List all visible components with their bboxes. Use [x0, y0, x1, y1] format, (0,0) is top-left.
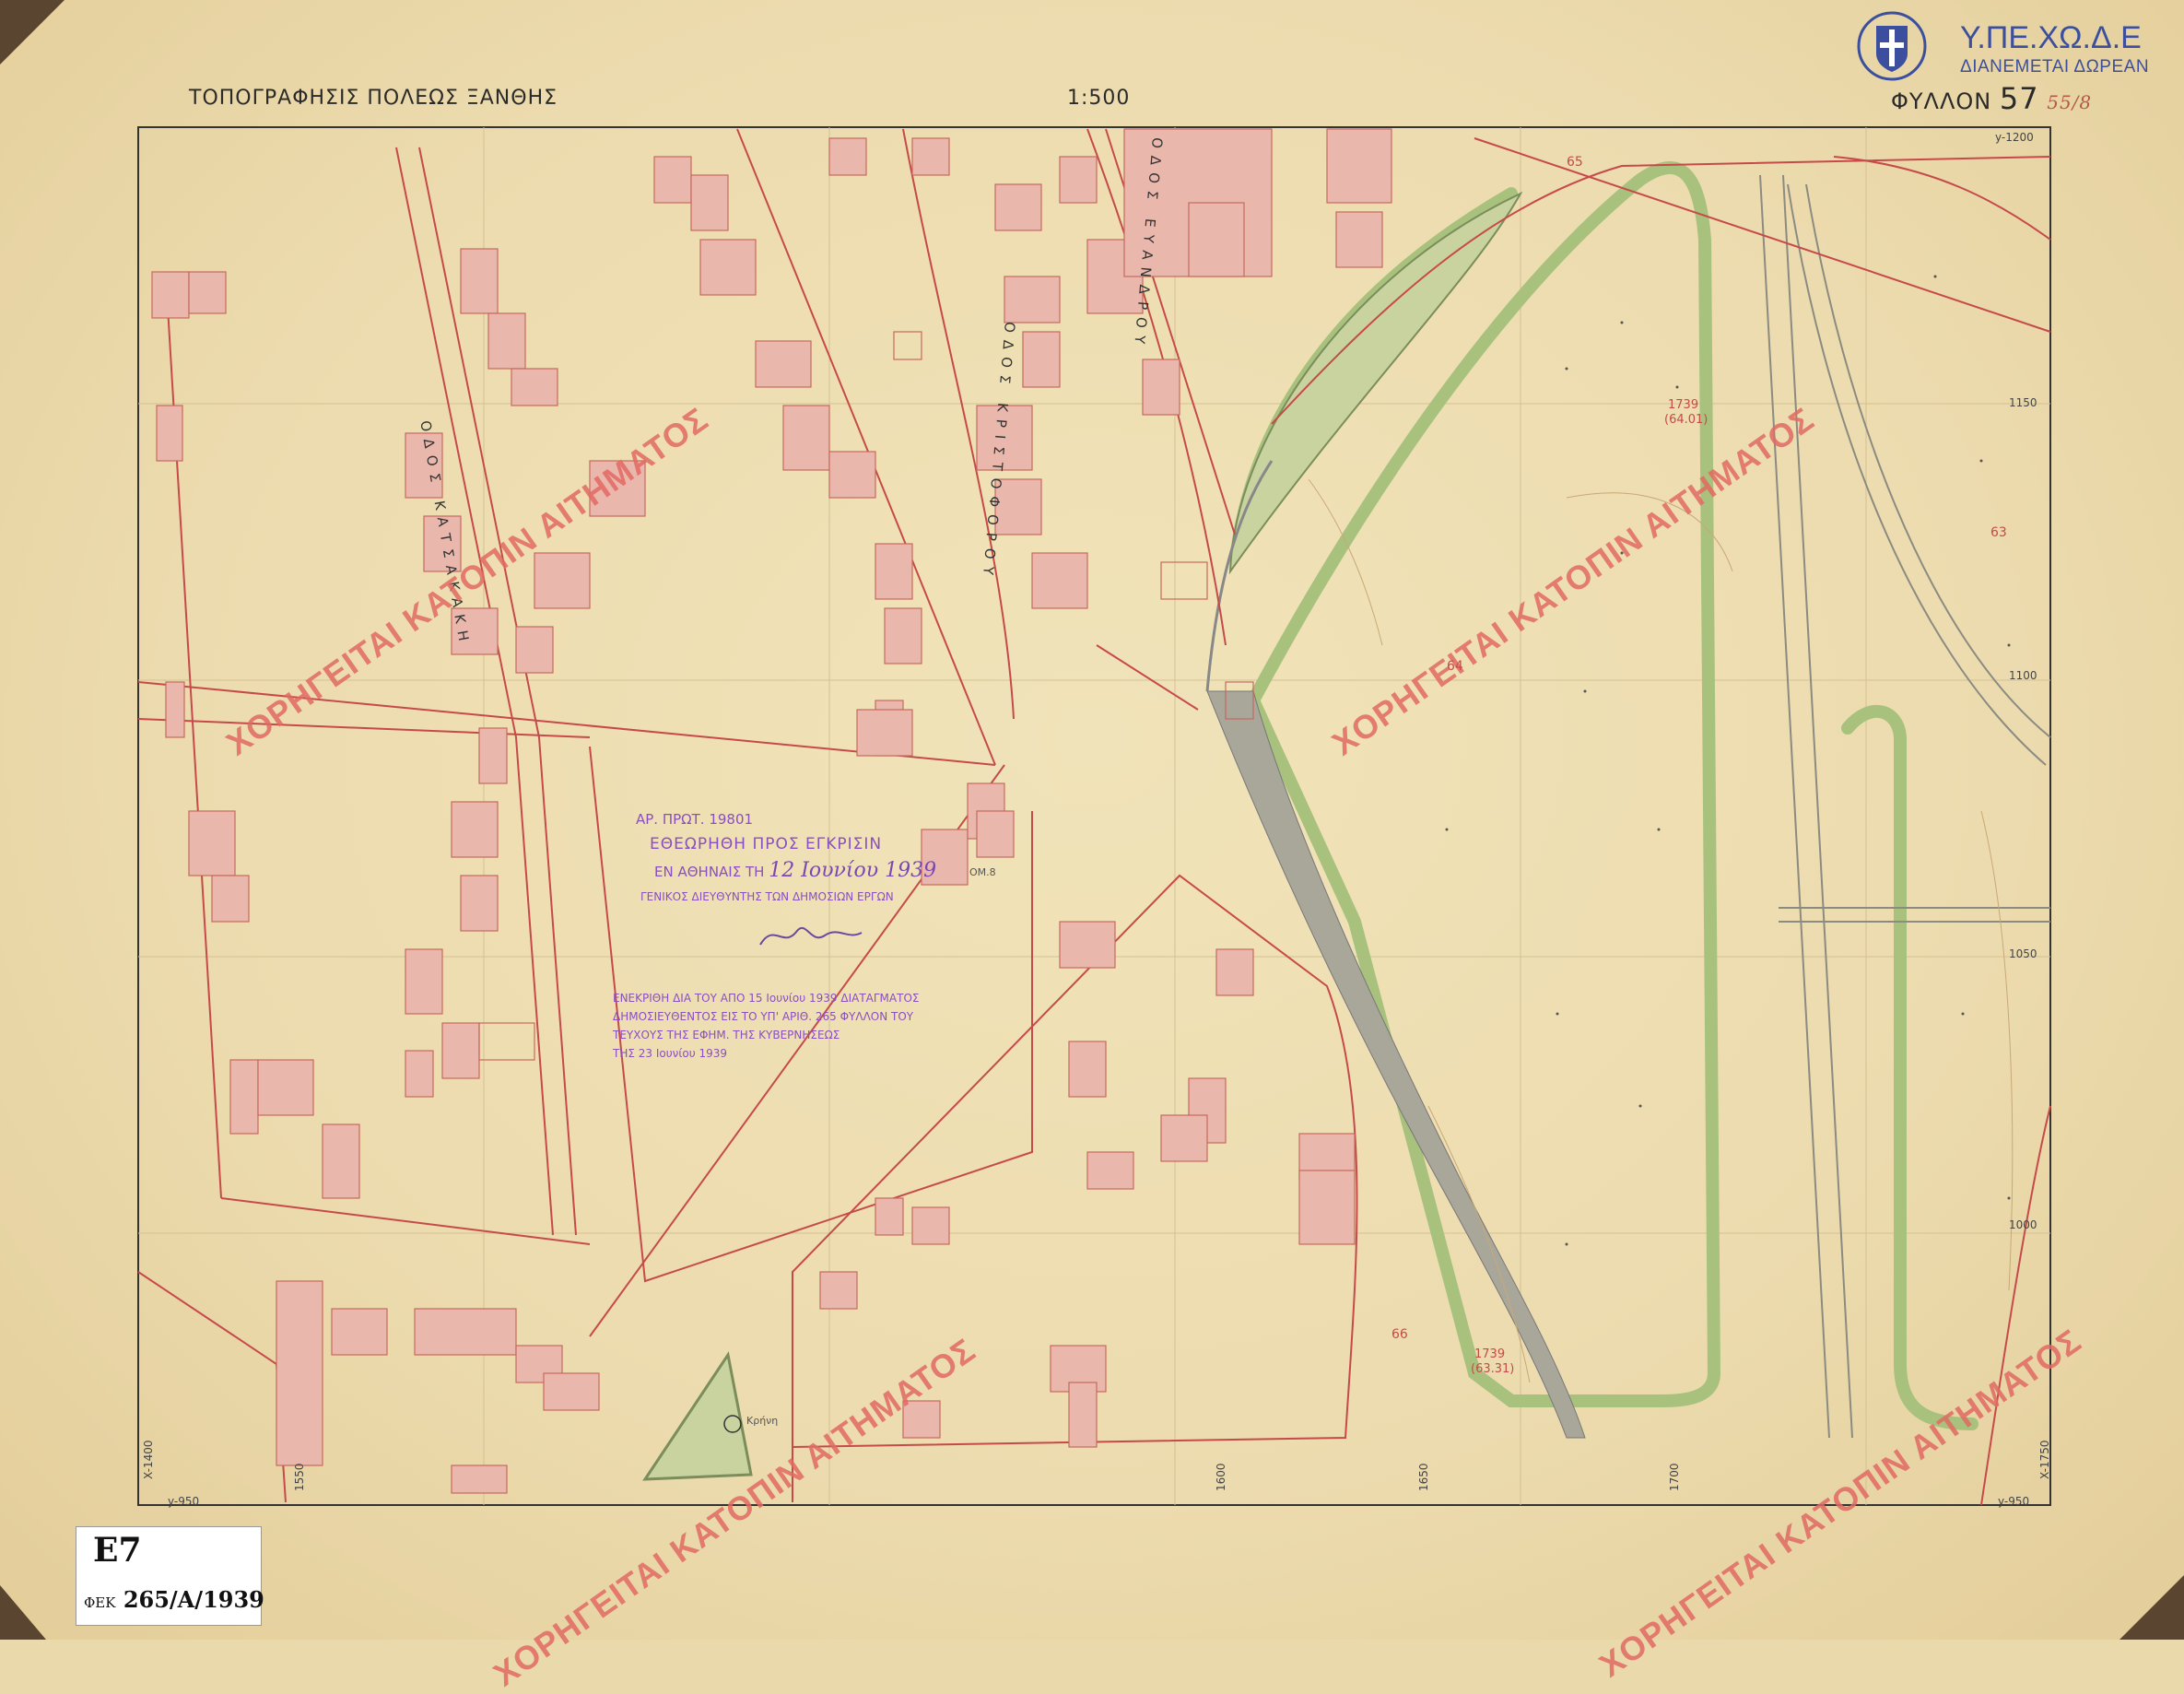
- sheet-number-value: 57: [1999, 81, 2039, 116]
- sheet-handwritten: 55/8: [2047, 91, 2093, 113]
- axis-tick: 1550: [293, 1463, 306, 1491]
- buildings: [151, 128, 1392, 1494]
- kiosk-label: Κρήνη: [746, 1415, 779, 1427]
- axis-tick: 1650: [1417, 1463, 1430, 1491]
- axis-tick: 1100: [2009, 669, 2037, 682]
- river-channel: [1206, 690, 1586, 1439]
- logo-ministry: Υ.ΠΕ.ΧΩ.Δ.Ε: [1960, 20, 2142, 55]
- stamp-approval-l2: ΔΗΜΟΣΙΕΥΘΕΝΤΟΣ ΕΙΣ ΤΟ ΥΠ' ΑΡΙΘ. 265 ΦΥΛΛ…: [613, 1010, 914, 1023]
- stamp-approval-l3: ΤΕΥΧΟΥΣ ΤΗΣ ΕΦΗΜ. ΤΗΣ ΚΥΒΕΡΝΗΣΕΩΣ: [613, 1029, 840, 1041]
- map-title: ΤΟΠΟΓΡΑΦΗΣΙΣ ΠΟΛΕΩΣ ΞΑΝΘΗΣ: [189, 87, 558, 110]
- contour-lines: [1308, 478, 2014, 1383]
- axis-corner: y-950: [168, 1495, 200, 1508]
- stamp-approval-l1: ΕΝΕΚΡΙΘΗ ΔΙΑ ΤΟΥ ΑΠΟ 15 Ιουνίου 1939 ΔΙΑ…: [613, 992, 920, 1005]
- stamp-protocol: ΑΡ. ΠΡΩΤ. 19801: [636, 811, 754, 828]
- contour-label: 63: [1990, 525, 2007, 540]
- stamp-review: ΕΘΕΩΡΗΘΗ ΠΡΟΣ ΕΓΚΡΙΣΙΝ: [650, 835, 883, 853]
- reference-fek-value: 265/A/1939: [123, 1586, 264, 1613]
- axis-tick: 1150: [2009, 396, 2037, 409]
- sheet-number: ΦΥΛΛΟΝ 57 55/8: [1891, 81, 2092, 116]
- axis-tick: 1700: [1668, 1463, 1681, 1491]
- greek-coat-of-arms-icon: [1857, 11, 1927, 81]
- reference-label: E7 ΦΕΚ 265/A/1939: [76, 1526, 264, 1626]
- coordinate-grid: [138, 127, 2050, 1505]
- axis-corner: y-950: [1998, 1495, 2030, 1508]
- stamp-review-date: ΕΝ ΑΘΗΝΑΙΣ ΤΗ 12 Ιουνίου 1939: [654, 859, 936, 882]
- stamp-approval-l4: ΤΗΣ 23 Ιουνίου 1939: [613, 1047, 728, 1060]
- property-lines: [137, 128, 2051, 1506]
- outlined-buildings: [478, 331, 1254, 1061]
- reference-code: E7: [93, 1531, 142, 1570]
- stamp-director: ΓΕΝΙΚΟΣ ΔΙΕΥΘΥΝΤΗΣ ΤΩΝ ΔΗΜΟΣΙΩΝ ΕΡΓΩΝ: [640, 890, 894, 903]
- axis-corner: X-1400: [142, 1440, 155, 1480]
- sheet-label: ΦΥΛΛΟΝ: [1891, 88, 1992, 114]
- axis-corner: y-1200: [1995, 131, 2034, 144]
- block-elevation: (63.31): [1471, 1362, 1515, 1376]
- map-frame: [137, 126, 2051, 1506]
- contour-label: 64: [1447, 659, 1463, 674]
- block-elevation: (64.01): [1664, 413, 1708, 427]
- axis-tick: 1600: [1215, 1463, 1227, 1491]
- contour-label: 66: [1391, 1327, 1408, 1342]
- axis-corner: X-1750: [2038, 1440, 2051, 1480]
- axis-tick: 1000: [2009, 1218, 2037, 1231]
- contour-label: 65: [1567, 155, 1583, 170]
- kiosk-island: [642, 1351, 753, 1481]
- signature-icon: [759, 927, 863, 946]
- spot-heights: [1445, 275, 2011, 1246]
- reference-fek-prefix: ΦΕΚ: [84, 1594, 116, 1611]
- logo-free-distribution: ΔΙΑΝΕΜΕΤΑΙ ΔΩΡΕΑΝ: [1960, 57, 2150, 76]
- axis-tick: 1050: [2009, 947, 2037, 960]
- reference-fek: ΦΕΚ 265/A/1939: [84, 1586, 264, 1613]
- stamp-review-date-prefix: ΕΝ ΑΘΗΝΑΙΣ ΤΗ: [654, 864, 765, 880]
- block-number: 1739: [1668, 398, 1699, 412]
- block-number: 1739: [1474, 1347, 1506, 1361]
- stamp-review-date-value: 12 Ιουνίου 1939: [769, 859, 937, 882]
- map-scale: 1:500: [1067, 87, 1131, 110]
- om-label: ΟΜ.8: [969, 866, 996, 878]
- cadastral-map: [137, 126, 2051, 1506]
